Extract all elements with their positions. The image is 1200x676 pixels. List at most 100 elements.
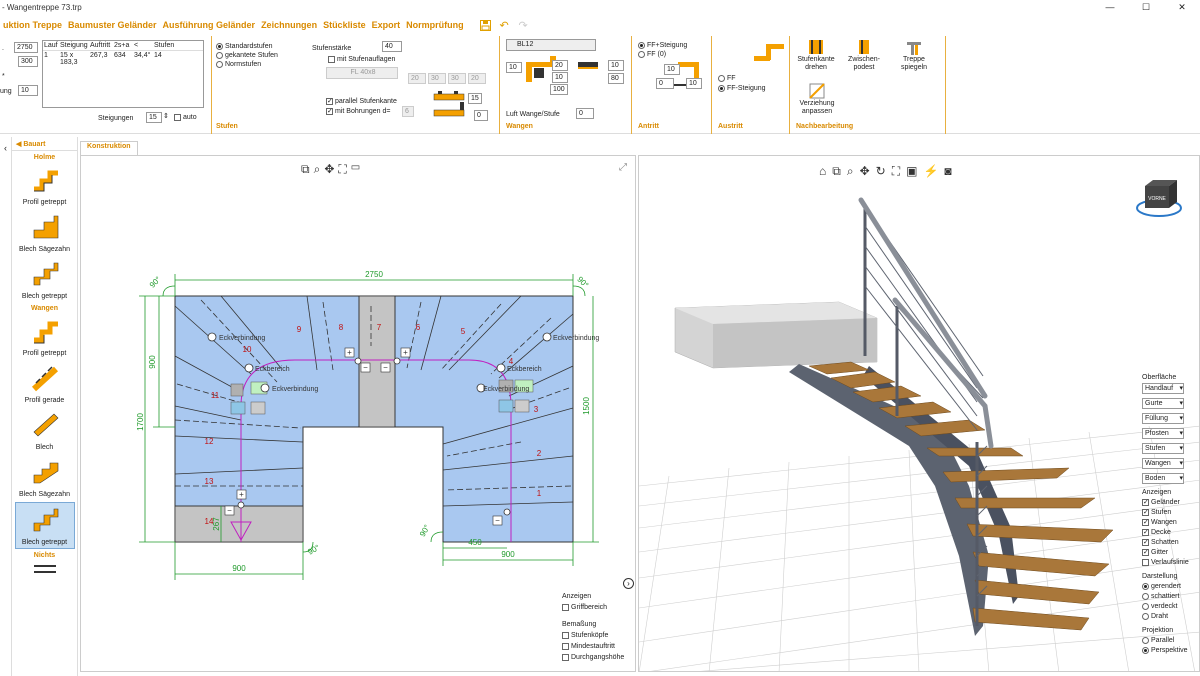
- profil-getreppt-icon: [33, 321, 58, 344]
- mindestauftritt-checkbox[interactable]: Mindestauftritt: [562, 641, 624, 652]
- tool-label: Blech getreppt: [21, 293, 68, 300]
- fl-select[interactable]: FL 40x8: [326, 67, 398, 79]
- fuellung-select[interactable]: Füllung ▾: [1142, 413, 1184, 424]
- panel-toggle-icon[interactable]: ›: [623, 578, 634, 589]
- auto-checkbox[interactable]: auto: [174, 113, 197, 122]
- gurte-select[interactable]: Gurte ▾: [1142, 398, 1184, 409]
- tool-wangen-profil-getreppt[interactable]: Profil getreppt: [15, 314, 75, 359]
- radio-gekantete[interactable]: gekantete Stufen: [216, 51, 278, 60]
- offset-field[interactable]: 10: [18, 85, 38, 96]
- handlauf-select[interactable]: Handlauf ▾: [1142, 383, 1184, 394]
- dim-field[interactable]: 30: [448, 73, 466, 84]
- stufenkante-drehen-button[interactable]: Stufenkante drehen: [796, 38, 836, 72]
- bohrung-d-field[interactable]: 6: [402, 106, 414, 117]
- tool-wangen-blech-getreppt[interactable]: Blech getreppt: [14, 502, 75, 549]
- verziehung-anpassen-button[interactable]: Verziehung anpassen: [794, 82, 840, 116]
- check-verlaufslinie[interactable]: Verlaufslinie: [1142, 558, 1200, 568]
- wangen-field[interactable]: 10: [506, 62, 522, 73]
- check-schatten[interactable]: ✓ Schatten: [1142, 538, 1200, 548]
- wangen-field[interactable]: 20: [552, 60, 568, 71]
- durchgangshoehe-checkbox[interactable]: Durchgangshöhe: [562, 652, 624, 663]
- minimize-button[interactable]: —: [1092, 0, 1128, 14]
- radio-standardstufen[interactable]: Standardstufen: [216, 42, 272, 51]
- menu-normpruefung[interactable]: Normprüfung: [403, 20, 467, 30]
- tool-holme-blech-saegezahn[interactable]: Blech Sägezahn: [15, 210, 75, 255]
- radio-perspektive[interactable]: Perspektive: [1142, 646, 1200, 656]
- nav-cube-label: VORNE: [1148, 196, 1166, 202]
- menu-ausfuehrung-gelaender[interactable]: Ausführung Geländer: [160, 20, 259, 30]
- width-field[interactable]: 2750: [14, 42, 38, 53]
- darstellung-header: Darstellung: [1142, 573, 1178, 580]
- check-gitter[interactable]: ✓ Gitter: [1142, 548, 1200, 558]
- dim-field[interactable]: 20: [408, 73, 426, 84]
- tool-wangen-blech-saegezahn[interactable]: Blech Sägezahn: [15, 455, 75, 500]
- dim-field[interactable]: 20: [468, 73, 486, 84]
- radio-gerendert[interactable]: gerendert: [1142, 582, 1200, 592]
- radio-schattiert[interactable]: schattiert: [1142, 592, 1200, 602]
- wangen-select[interactable]: Wangen ▾: [1142, 458, 1184, 469]
- radio-ff[interactable]: FF: [718, 74, 736, 83]
- stufen-select[interactable]: Stufen ▾: [1142, 443, 1184, 454]
- check-wangen[interactable]: ✓ Wangen: [1142, 518, 1200, 528]
- redo-icon[interactable]: ↷: [517, 19, 530, 32]
- chevron-down-icon: ▾: [1179, 400, 1183, 407]
- wangen-field[interactable]: 100: [550, 84, 568, 95]
- luft-field[interactable]: 0: [576, 108, 594, 119]
- radio-parallel[interactable]: Parallel: [1142, 636, 1200, 646]
- tab-konstruktion[interactable]: Konstruktion: [80, 141, 138, 155]
- check-gelaender[interactable]: ✓ Geländer: [1142, 498, 1200, 508]
- side-field[interactable]: 0: [474, 110, 488, 121]
- wangen-field[interactable]: 10: [552, 72, 568, 83]
- antritt-field[interactable]: 0: [656, 78, 674, 89]
- menu-baumuster-gelaender[interactable]: Baumuster Geländer: [65, 20, 160, 30]
- tool-wangen-blech[interactable]: Blech: [15, 408, 75, 453]
- radio-ff-steigung[interactable]: FF+Steigung: [638, 41, 687, 50]
- depth-field[interactable]: 300: [18, 56, 38, 67]
- treppe-spiegeln-button[interactable]: Treppe spiegeln: [894, 38, 934, 72]
- table-row[interactable]: 1 15 x 183,3 267,3 634 34,4° 14: [43, 51, 203, 67]
- maximize-button[interactable]: ☐: [1128, 0, 1164, 14]
- antritt-field[interactable]: 10: [664, 64, 680, 75]
- view-3d[interactable]: ⌂ ⧉ ⌕ ✥ ↻ ⛶ ▣ ⚡ ◙ ⤢: [638, 155, 1200, 672]
- bohrungen-checkbox[interactable]: ✓ mit Bohrungen d=: [326, 107, 390, 116]
- stufenkoepfe-checkbox[interactable]: Stufenköpfe: [562, 630, 624, 641]
- steigungen-field[interactable]: 15: [146, 112, 162, 123]
- tool-holme-profil-getreppt[interactable]: Profil getreppt: [15, 163, 75, 208]
- radio-verdeckt[interactable]: verdeckt: [1142, 602, 1200, 612]
- dim-field[interactable]: 30: [428, 73, 446, 84]
- pfosten-select[interactable]: Pfosten ▾: [1142, 428, 1184, 439]
- menu-stueckliste[interactable]: Stückliste: [320, 20, 369, 30]
- radio-ff-minus-steigung[interactable]: FF-Steigung: [718, 84, 766, 93]
- plan-view-2d[interactable]: ⧉ ⌕ ✥ ⛶ ▭ ⤢ + − − + + − − 2750 1700 900 …: [80, 155, 636, 672]
- save-icon[interactable]: [479, 19, 492, 32]
- undo-icon[interactable]: ↶: [498, 19, 511, 32]
- tab-bauart[interactable]: ◀ Bauart: [12, 137, 77, 151]
- wangen-profile-select[interactable]: BL12: [506, 39, 596, 51]
- side-field[interactable]: 15: [468, 93, 482, 104]
- auflagen-checkbox[interactable]: mit Stufenauflagen: [328, 55, 395, 64]
- collapse-arrow-icon[interactable]: ‹: [0, 143, 11, 153]
- close-button[interactable]: ✕: [1164, 0, 1200, 14]
- parallel-checkbox[interactable]: ✓ parallel Stufenkante: [326, 97, 397, 106]
- griffbereich-checkbox[interactable]: Griffbereich: [562, 602, 624, 613]
- radio-normstufen[interactable]: Normstufen: [216, 60, 261, 69]
- menu-export[interactable]: Export: [369, 20, 404, 30]
- menu-konstruktion-treppe[interactable]: uktion Treppe: [0, 20, 65, 30]
- radio-draht[interactable]: Draht: [1142, 612, 1200, 622]
- antritt-field[interactable]: 10: [686, 78, 702, 89]
- tool-nichts[interactable]: [15, 561, 75, 579]
- menu-zeichnungen[interactable]: Zeichnungen: [258, 20, 320, 30]
- tool-holme-blech-getreppt[interactable]: Blech getreppt: [15, 257, 75, 302]
- zwischenpodest-button[interactable]: Zwischen-podest: [842, 38, 886, 72]
- staerke-field[interactable]: 40: [382, 41, 402, 52]
- wangen-field[interactable]: 10: [608, 60, 624, 71]
- wangen-detail-icon: [578, 62, 598, 69]
- check-stufen[interactable]: ✓ Stufen: [1142, 508, 1200, 518]
- wangen-field[interactable]: 80: [608, 73, 624, 84]
- boden-select[interactable]: Boden ▾: [1142, 473, 1184, 484]
- radio-ff0[interactable]: FF (0): [638, 50, 666, 59]
- check-decke[interactable]: ✓ Decke: [1142, 528, 1200, 538]
- nav-cube[interactable]: VORNE: [1136, 180, 1182, 217]
- steigungen-spinner[interactable]: ⇕: [163, 112, 169, 121]
- tool-wangen-profil-gerade[interactable]: Profil gerade: [15, 361, 75, 406]
